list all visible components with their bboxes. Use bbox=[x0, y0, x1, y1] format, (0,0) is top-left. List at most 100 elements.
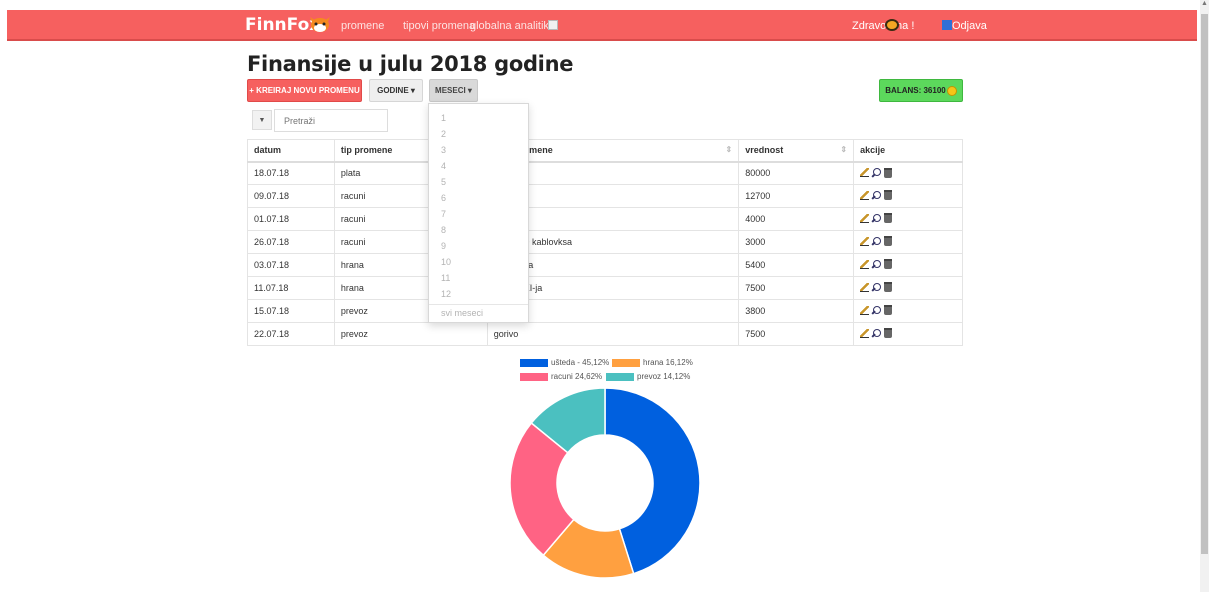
legend-item-hrana[interactable]: hrana 16,12% bbox=[612, 358, 693, 367]
chart-icon[interactable] bbox=[548, 20, 558, 30]
details-icon[interactable] bbox=[872, 305, 882, 315]
create-change-button[interactable]: + KREIRAJ NOVU PROMENU bbox=[247, 79, 362, 102]
col-akcije: akcije bbox=[853, 139, 963, 163]
table-row: 26.07.18 racuni nternet + kablovksa 3000 bbox=[247, 230, 963, 254]
legend-item-prevoz[interactable]: prevoz 14,12% bbox=[606, 372, 690, 381]
month-option[interactable]: 3 bbox=[429, 142, 528, 158]
legend-item-racuni[interactable]: racuni 24,62% bbox=[520, 372, 602, 381]
logout-icon[interactable] bbox=[942, 20, 952, 30]
month-option[interactable]: 6 bbox=[429, 190, 528, 206]
delete-icon[interactable] bbox=[884, 167, 893, 178]
nav-globalna-analitika[interactable]: globalna analitika bbox=[470, 20, 555, 32]
legend-label: ušteda - 45,12% bbox=[551, 358, 610, 367]
details-icon[interactable] bbox=[872, 328, 882, 338]
page-title: Finansije u julu 2018 godine bbox=[247, 52, 574, 76]
month-option[interactable]: 12 bbox=[429, 286, 528, 302]
cell-akcije bbox=[853, 299, 963, 323]
edit-icon[interactable] bbox=[860, 282, 870, 292]
cell-opis: gorivo bbox=[486, 322, 740, 346]
month-option[interactable]: 10 bbox=[429, 254, 528, 270]
nav-promene[interactable]: promene bbox=[341, 20, 384, 32]
expenses-donut-chart bbox=[509, 387, 701, 579]
details-icon[interactable] bbox=[872, 282, 882, 292]
cell-datum: 11.07.18 bbox=[247, 276, 335, 300]
cell-datum: 18.07.18 bbox=[247, 161, 335, 185]
logout-link[interactable]: Odjava bbox=[952, 20, 987, 32]
month-option[interactable]: 11 bbox=[429, 270, 528, 286]
table-header-row: datum tip promene opis promene⇕ vrednost… bbox=[247, 139, 963, 163]
top-navbar: FinnFox promene tipovi promena globalna … bbox=[7, 10, 1197, 41]
edit-icon[interactable] bbox=[860, 328, 870, 338]
edit-icon[interactable] bbox=[860, 236, 870, 246]
delete-icon[interactable] bbox=[884, 259, 893, 270]
legend-label: hrana 16,12% bbox=[643, 358, 693, 367]
month-option[interactable]: 4 bbox=[429, 158, 528, 174]
delete-icon[interactable] bbox=[884, 328, 893, 339]
legend-swatch bbox=[606, 372, 634, 381]
edit-icon[interactable] bbox=[860, 259, 870, 269]
legend-label: racuni 24,62% bbox=[551, 372, 603, 381]
edit-icon[interactable] bbox=[860, 305, 870, 315]
col-vrednost[interactable]: vrednost ⇕ bbox=[738, 139, 855, 163]
delete-icon[interactable] bbox=[884, 213, 893, 224]
col-datum[interactable]: datum bbox=[247, 139, 335, 163]
cell-tip: prevoz bbox=[333, 322, 488, 346]
cell-datum: 15.07.18 bbox=[247, 299, 335, 323]
month-option[interactable]: 5 bbox=[429, 174, 528, 190]
cell-datum: 26.07.18 bbox=[247, 230, 335, 254]
delete-icon[interactable] bbox=[884, 282, 893, 293]
months-dropdown-menu: 1 2 3 4 5 6 7 8 9 10 11 12 svi meseci bbox=[428, 103, 529, 323]
avatar-icon bbox=[885, 19, 899, 31]
details-icon[interactable] bbox=[872, 190, 882, 200]
balance-badge: BALANS: 36100 bbox=[879, 79, 963, 102]
sort-icon[interactable]: ⇕ bbox=[726, 145, 733, 154]
month-option[interactable]: 7 bbox=[429, 206, 528, 222]
delete-icon[interactable] bbox=[884, 190, 893, 201]
months-dropdown-button[interactable]: MESECI ▾ bbox=[429, 79, 478, 102]
details-icon[interactable] bbox=[872, 213, 882, 223]
month-option[interactable]: 2 bbox=[429, 126, 528, 142]
filter-dropdown-caret[interactable]: ▼ bbox=[252, 110, 272, 130]
legend-swatch bbox=[520, 358, 548, 367]
cell-akcije bbox=[853, 322, 963, 346]
cell-vrednost: 7500 bbox=[738, 322, 855, 346]
month-option-all[interactable]: svi meseci bbox=[429, 305, 528, 321]
legend-item-usteda[interactable]: ušteda - 45,12% bbox=[520, 358, 609, 367]
scroll-up-icon[interactable]: ▲ bbox=[1200, 0, 1209, 10]
edit-icon[interactable] bbox=[860, 190, 870, 200]
fox-icon bbox=[310, 17, 330, 32]
cell-akcije bbox=[853, 184, 963, 208]
details-icon[interactable] bbox=[872, 168, 882, 177]
years-dropdown-button[interactable]: GODINE ▾ bbox=[369, 79, 423, 102]
legend-swatch bbox=[520, 372, 548, 381]
cell-akcije bbox=[853, 253, 963, 277]
changes-table: datum tip promene opis promene⇕ vrednost… bbox=[247, 139, 963, 346]
cell-vrednost: 7500 bbox=[738, 276, 855, 300]
details-icon[interactable] bbox=[872, 236, 882, 246]
table-row: 18.07.18 plata 80000 bbox=[247, 161, 963, 185]
edit-icon[interactable] bbox=[860, 168, 870, 177]
legend-label: prevoz 14,12% bbox=[637, 372, 691, 381]
search-input[interactable] bbox=[274, 109, 388, 132]
details-icon[interactable] bbox=[872, 259, 882, 269]
edit-icon[interactable] bbox=[860, 213, 870, 223]
scrollbar-thumb[interactable] bbox=[1201, 14, 1208, 554]
table-row: 03.07.18hranae iz DIS-a5400 bbox=[247, 253, 963, 277]
cell-vrednost: 3800 bbox=[738, 299, 855, 323]
nav-tipovi-promena[interactable]: tipovi promena bbox=[403, 20, 475, 32]
cell-vrednost: 80000 bbox=[738, 161, 855, 185]
table-row: 22.07.18 prevoz gorivo 7500 bbox=[247, 322, 963, 346]
cell-akcije bbox=[853, 230, 963, 254]
delete-icon[interactable] bbox=[884, 305, 893, 316]
month-option[interactable]: 8 bbox=[429, 222, 528, 238]
delete-icon[interactable] bbox=[884, 236, 893, 247]
cell-akcije bbox=[853, 276, 963, 300]
month-option[interactable]: 1 bbox=[429, 110, 528, 126]
cell-akcije bbox=[853, 207, 963, 231]
month-option[interactable]: 9 bbox=[429, 238, 528, 254]
sort-icon[interactable]: ⇕ bbox=[840, 145, 847, 154]
balance-label: BALANS: 36100 bbox=[885, 86, 946, 95]
table-row: 15.07.18 prevoz 3800 bbox=[247, 299, 963, 323]
legend-swatch bbox=[612, 358, 640, 367]
greeting-text: Zdravo Ana ! bbox=[852, 20, 915, 32]
